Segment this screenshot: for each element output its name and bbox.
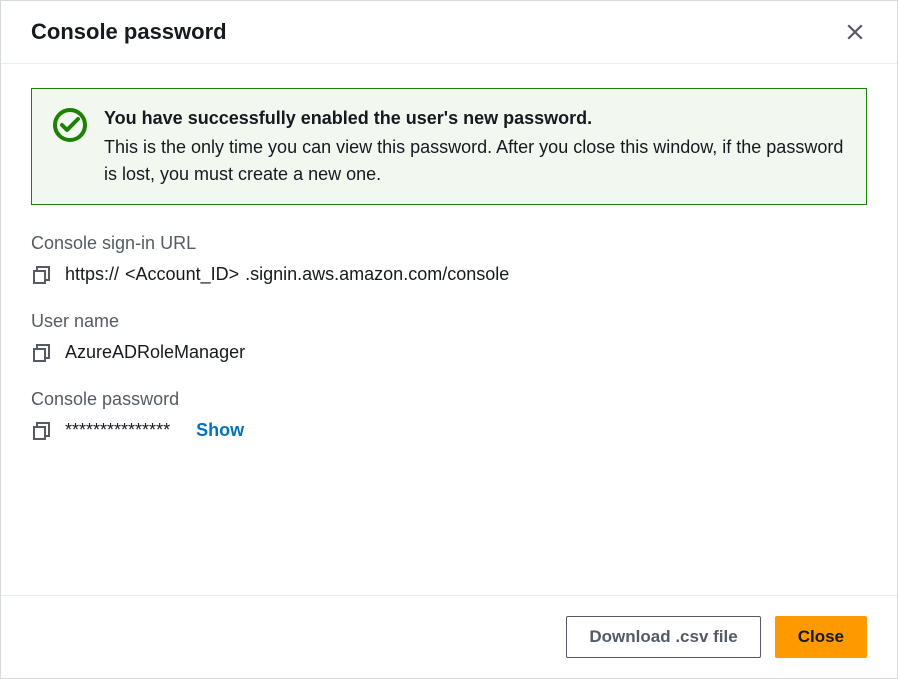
- show-password-link[interactable]: Show: [196, 420, 244, 441]
- signin-url-value: https:// <Account_ID> .signin.aws.amazon…: [65, 264, 509, 285]
- dialog-footer: Download .csv file Close: [1, 595, 897, 678]
- username-value: AzureADRoleManager: [65, 342, 245, 363]
- download-csv-button[interactable]: Download .csv file: [566, 616, 760, 658]
- dialog-header: Console password: [1, 1, 897, 64]
- success-check-icon: [52, 107, 88, 146]
- signin-url-field: Console sign-in URL https:// <Account_ID…: [31, 233, 867, 285]
- alert-content: You have successfully enabled the user's…: [104, 105, 846, 188]
- alert-body: This is the only time you can view this …: [104, 134, 846, 188]
- dialog-title: Console password: [31, 19, 227, 45]
- close-icon[interactable]: [843, 20, 867, 44]
- alert-title: You have successfully enabled the user's…: [104, 105, 846, 132]
- success-alert: You have successfully enabled the user's…: [31, 88, 867, 205]
- url-suffix: .signin.aws.amazon.com/console: [245, 264, 509, 285]
- username-field: User name AzureADRoleManager: [31, 311, 867, 363]
- password-masked-value: ***************: [65, 420, 170, 441]
- password-field: Console password *************** Show: [31, 389, 867, 441]
- password-label: Console password: [31, 389, 867, 410]
- url-account-placeholder: <Account_ID>: [125, 264, 239, 285]
- copy-icon[interactable]: [31, 421, 51, 441]
- username-label: User name: [31, 311, 867, 332]
- url-prefix: https://: [65, 264, 119, 285]
- close-button[interactable]: Close: [775, 616, 867, 658]
- dialog-body: You have successfully enabled the user's…: [1, 64, 897, 595]
- console-password-dialog: Console password You have successfully e…: [0, 0, 898, 679]
- signin-url-label: Console sign-in URL: [31, 233, 867, 254]
- copy-icon[interactable]: [31, 265, 51, 285]
- copy-icon[interactable]: [31, 343, 51, 363]
